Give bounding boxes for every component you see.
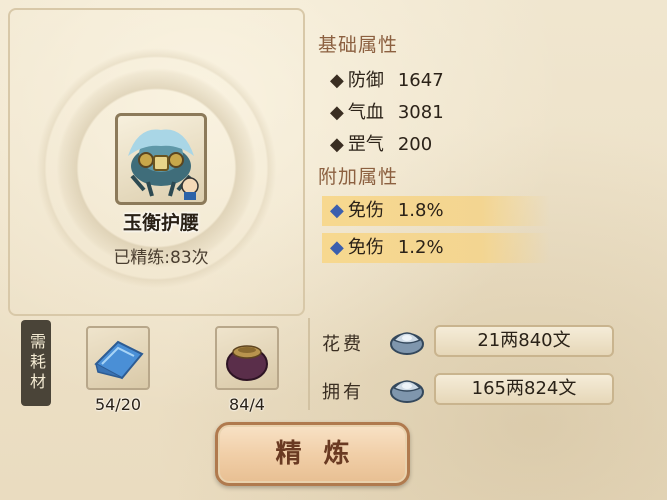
material-slot-cloth[interactable] [86, 326, 150, 390]
refine-panel: 玉衡护腰 已精练:83次 基础属性 ◆ 防御 1647 ◆ 气血 3081 ◆ 罡气 200… [0, 0, 667, 500]
diamond-bullet-icon: ◆ [330, 102, 344, 123]
silver-ingot-icon [390, 380, 424, 403]
silver-ingot-icon [390, 332, 424, 355]
pouch-icon [226, 345, 268, 381]
material-slot-pouch[interactable] [215, 326, 279, 390]
refine-count-text: 已精练:83次 [113, 248, 209, 268]
base-attributes-title: 基础属性 [318, 34, 399, 56]
equipment-slot[interactable] [115, 113, 207, 205]
materials-label: 需耗材 [21, 320, 51, 406]
own-value-box: 165两824文 [434, 373, 614, 405]
attribute-row: ◆ 防御 1647 [330, 70, 444, 91]
spend-label: 花费 [322, 334, 364, 355]
diamond-bullet-icon: ◆ [330, 200, 344, 221]
extra-attributes-title: 附加属性 [318, 166, 399, 188]
diamond-bullet-icon: ◆ [330, 70, 344, 91]
blue-cloth-icon [94, 340, 144, 380]
diamond-bullet-icon: ◆ [330, 237, 344, 258]
diamond-bullet-icon: ◆ [330, 134, 344, 155]
material-count: 54/20 [94, 395, 142, 414]
equipment-name: 玉衡护腰 [122, 212, 199, 234]
divider [308, 318, 310, 410]
material-count: 84/4 [229, 395, 265, 414]
extra-attribute-row: ◆ 免伤 1.8% [322, 196, 550, 226]
own-label: 拥有 [322, 382, 364, 403]
spend-value-box: 21两840文 [434, 325, 614, 357]
extra-attribute-row: ◆ 免伤 1.2% [322, 233, 550, 263]
armor-belt-icon [128, 129, 199, 200]
attribute-row: ◆ 气血 3081 [330, 102, 444, 123]
refine-button[interactable]: 精炼 [215, 422, 410, 486]
attribute-row: ◆ 罡气 200 [330, 134, 433, 155]
